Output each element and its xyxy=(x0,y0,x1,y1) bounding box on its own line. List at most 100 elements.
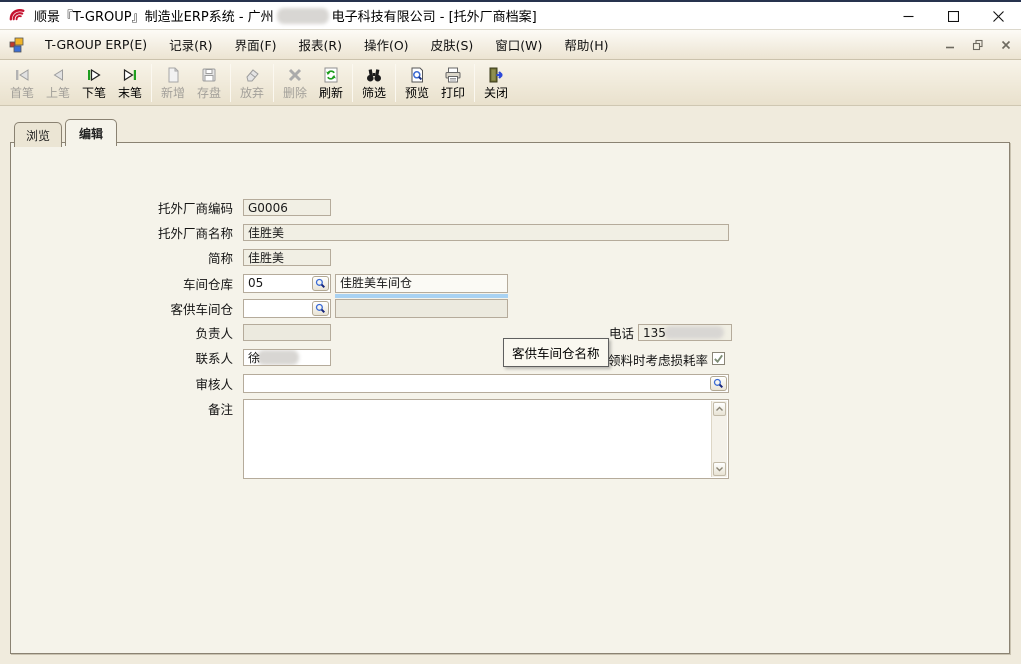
first-record-icon xyxy=(12,65,32,85)
new-document-icon xyxy=(163,65,183,85)
phone-field[interactable]: 135 xyxy=(638,324,732,341)
preview-button[interactable]: 预览 xyxy=(399,62,435,104)
previous-record-icon xyxy=(48,65,68,85)
tab-edit[interactable]: 编辑 xyxy=(65,119,117,146)
save-button[interactable]: 存盘 xyxy=(191,62,227,104)
contact-label: 联系人 xyxy=(51,350,233,367)
remarks-textarea[interactable] xyxy=(243,399,729,479)
tooltip: 客供车间仓名称 xyxy=(503,338,609,367)
workshop-warehouse-lookup-button[interactable] xyxy=(312,276,329,291)
menu-item-operations[interactable]: 操作(O) xyxy=(353,31,420,58)
manager-label: 负责人 xyxy=(51,325,233,342)
scroll-down-button[interactable] xyxy=(713,462,726,476)
redacted-company-name xyxy=(277,8,329,24)
customer-warehouse-code-field[interactable] xyxy=(243,299,331,318)
toolbar-separator xyxy=(395,64,396,102)
workshop-warehouse-label: 车间仓库 xyxy=(51,276,233,293)
customer-warehouse-lookup-button[interactable] xyxy=(312,301,329,316)
delete-button[interactable]: 删除 xyxy=(277,62,313,104)
loss-rate-checkbox[interactable] xyxy=(712,352,725,365)
short-name-field[interactable]: 佳胜美 xyxy=(243,249,331,266)
maximize-button[interactable] xyxy=(931,2,976,30)
first-record-button[interactable]: 首笔 xyxy=(4,62,40,104)
save-disk-icon xyxy=(199,65,219,85)
toolbar-separator xyxy=(273,64,274,102)
app-logo-icon xyxy=(8,6,27,25)
next-record-button[interactable]: 下笔 xyxy=(76,62,112,104)
exit-door-icon xyxy=(486,65,506,85)
redacted-phone xyxy=(664,326,724,339)
mdi-child-icon xyxy=(8,36,26,54)
print-button[interactable]: 打印 xyxy=(435,62,471,104)
vendor-name-field[interactable]: 佳胜美 xyxy=(243,224,729,241)
mdi-minimize-icon xyxy=(945,40,955,50)
refresh-icon xyxy=(321,65,341,85)
redacted-contact-name xyxy=(257,350,299,365)
focus-highlight xyxy=(335,294,508,298)
checkmark-icon xyxy=(713,353,724,364)
mdi-window-controls xyxy=(941,30,1015,60)
new-button[interactable]: 新增 xyxy=(155,62,191,104)
menu-item-window[interactable]: 窗口(W) xyxy=(484,31,553,58)
workshop-warehouse-name-field[interactable]: 佳胜美车间仓 xyxy=(335,274,508,293)
minimize-icon xyxy=(903,11,914,22)
close-button[interactable] xyxy=(976,2,1021,30)
printer-icon xyxy=(443,65,463,85)
remarks-scrollbar[interactable] xyxy=(711,401,727,477)
toolbar-separator xyxy=(474,64,475,102)
chevron-up-icon xyxy=(715,406,724,412)
auditor-field[interactable] xyxy=(243,374,729,393)
filter-button[interactable]: 筛选 xyxy=(356,62,392,104)
manager-field[interactable] xyxy=(243,324,331,341)
minimize-button[interactable] xyxy=(886,2,931,30)
menu-item-tgroup-erp[interactable]: T-GROUP ERP(E) xyxy=(34,33,158,56)
vendor-name-label: 托外厂商名称 xyxy=(51,225,233,242)
toolbar-separator xyxy=(352,64,353,102)
menubar: T-GROUP ERP(E) 记录(R) 界面(F) 报表(R) 操作(O) 皮… xyxy=(0,30,1021,60)
menu-item-help[interactable]: 帮助(H) xyxy=(553,31,619,58)
mdi-restore-icon xyxy=(972,39,984,51)
toolbar-separator xyxy=(151,64,152,102)
workspace: 浏览 编辑 托外厂商编码 G0006 托外厂商名称 佳胜美 简称 佳胜美 车间仓… xyxy=(0,106,1021,664)
next-record-icon xyxy=(84,65,104,85)
mdi-minimize-button[interactable] xyxy=(941,37,959,53)
mdi-restore-button[interactable] xyxy=(969,37,987,53)
menu-item-records[interactable]: 记录(R) xyxy=(158,31,223,58)
window-controls xyxy=(886,2,1021,30)
edit-panel: 托外厂商编码 G0006 托外厂商名称 佳胜美 简称 佳胜美 车间仓库 05 xyxy=(10,142,1010,654)
close-icon xyxy=(993,11,1004,22)
eraser-icon xyxy=(242,65,262,85)
toolbar: 首笔 上笔 下笔 末笔 xyxy=(0,60,1021,106)
menu-item-interface[interactable]: 界面(F) xyxy=(224,31,288,58)
maximize-icon xyxy=(948,11,959,22)
tab-strip: 浏览 编辑 xyxy=(14,118,120,145)
scroll-up-button[interactable] xyxy=(713,402,726,416)
close-form-button[interactable]: 关闭 xyxy=(478,62,514,104)
remarks-label: 备注 xyxy=(51,401,233,418)
tab-browse[interactable]: 浏览 xyxy=(14,122,62,147)
delete-x-icon xyxy=(285,65,305,85)
menu-item-skin[interactable]: 皮肤(S) xyxy=(420,31,485,58)
mdi-close-button[interactable] xyxy=(997,37,1015,53)
refresh-button[interactable]: 刷新 xyxy=(313,62,349,104)
customer-warehouse-label: 客供车间仓 xyxy=(51,301,233,318)
print-preview-icon xyxy=(407,65,427,85)
previous-record-button[interactable]: 上笔 xyxy=(40,62,76,104)
mdi-close-icon xyxy=(1001,40,1011,50)
auditor-lookup-button[interactable] xyxy=(710,376,727,391)
workshop-warehouse-code-field[interactable]: 05 xyxy=(243,274,331,293)
auditor-label: 审核人 xyxy=(51,376,233,393)
vendor-code-field[interactable]: G0006 xyxy=(243,199,331,216)
chevron-down-icon xyxy=(715,466,724,472)
abandon-button[interactable]: 放弃 xyxy=(234,62,270,104)
short-name-label: 简称 xyxy=(51,250,233,267)
menu-item-reports[interactable]: 报表(R) xyxy=(288,31,353,58)
magnifier-icon xyxy=(315,278,326,289)
contact-field[interactable]: 徐 xyxy=(243,349,331,366)
window-title: 顺景『T-GROUP』制造业ERP系统 - 广州 电子科技有限公司 - [托外厂… xyxy=(34,6,537,25)
customer-warehouse-name-field[interactable] xyxy=(335,299,508,318)
titlebar: 顺景『T-GROUP』制造业ERP系统 - 广州 电子科技有限公司 - [托外厂… xyxy=(0,2,1021,30)
app-window: 顺景『T-GROUP』制造业ERP系统 - 广州 电子科技有限公司 - [托外厂… xyxy=(0,0,1021,664)
last-record-button[interactable]: 末笔 xyxy=(112,62,148,104)
magnifier-icon xyxy=(315,303,326,314)
